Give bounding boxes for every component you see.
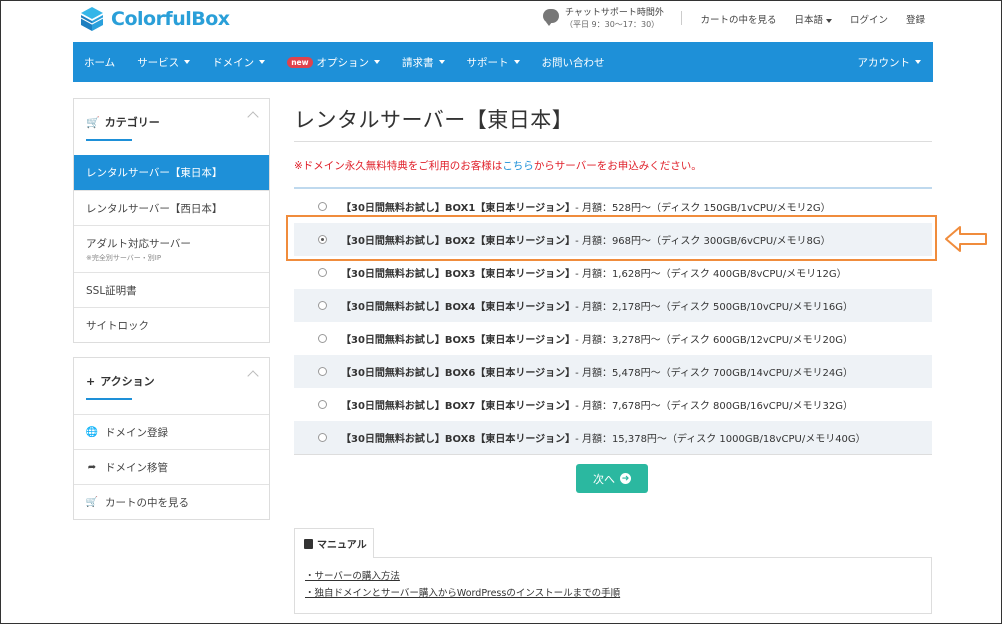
nav-contact[interactable]: お問い合わせ xyxy=(531,55,616,70)
next-button[interactable]: 次へ ➜ xyxy=(576,464,648,493)
notice-here-link[interactable]: こちら xyxy=(502,160,534,172)
sidebar-item-sitelock[interactable]: サイトロック xyxy=(74,307,269,342)
sidebar-item-note: ※完全別サーバー・別IP xyxy=(86,253,162,262)
plan-option-box4[interactable]: 【30日間無料お試し】BOX4【東日本リージョン】 - 月額：2,178円〜 （デ… xyxy=(294,289,932,322)
chevron-up-icon[interactable] xyxy=(247,370,259,382)
domain-notice: ※ドメイン永久無料特典をご利用のお客様はこちらからサーバーをお申込みください。 xyxy=(294,160,702,172)
action-panel-header[interactable]: + アクション xyxy=(74,358,269,414)
divider xyxy=(294,187,932,189)
nav-options[interactable]: new オプション xyxy=(276,55,391,70)
manual-links-box: ・サーバーの購入方法 ・独自ドメインとサーバー購入からWordPressのインス… xyxy=(294,557,932,614)
arrow-right-circle-icon: ➜ xyxy=(620,473,631,484)
sidebar-item-adult-server[interactable]: アダルト対応サーバー ※完全別サーバー・別IP xyxy=(74,225,269,272)
selection-highlight-box xyxy=(286,215,937,261)
plan-option-box8[interactable]: 【30日間無料お試し】BOX8【東日本リージョン】 - 月額：15,378円〜（… xyxy=(294,421,932,454)
plan-option-box5[interactable]: 【30日間無料お試し】BOX5【東日本リージョン】 - 月額：3,278円〜 （デ… xyxy=(294,322,932,355)
radio-button[interactable] xyxy=(318,301,327,310)
chat-bubble-icon xyxy=(543,9,559,26)
radio-button[interactable] xyxy=(318,202,327,211)
manual-section: マニュアル ・サーバーの購入方法 ・独自ドメインとサーバー購入からWordPre… xyxy=(294,528,932,614)
globe-icon: 🌐 xyxy=(85,426,99,438)
support-hours: （平日 9：30〜17：30） xyxy=(565,20,660,29)
arrow-left-icon xyxy=(945,226,987,252)
language-select[interactable]: 日本語 xyxy=(794,12,832,26)
caret-down-icon xyxy=(259,60,266,64)
plan-option-box6[interactable]: 【30日間無料お試し】BOX6【東日本リージョン】 - 月額：5,478円〜 （デ… xyxy=(294,355,932,388)
chevron-up-icon[interactable] xyxy=(247,111,259,123)
header-underline xyxy=(86,398,132,400)
sidebar-action-view-cart[interactable]: 🛒 カートの中を見る xyxy=(74,484,269,519)
logo-cube-icon xyxy=(80,7,104,31)
sidebar-action-domain-transfer[interactable]: ➦ ドメイン移管 xyxy=(74,449,269,484)
register-link[interactable]: 登録 xyxy=(906,12,925,26)
radio-button[interactable] xyxy=(318,268,327,277)
caret-down-icon xyxy=(513,60,520,64)
divider xyxy=(294,141,932,142)
login-link[interactable]: ログイン xyxy=(850,12,888,26)
plan-option-box7[interactable]: 【30日間無料お試し】BOX7【東日本リージョン】 - 月額：7,678円〜 （デ… xyxy=(294,388,932,421)
main-nav: ホーム サービス ドメイン new オプション 請求書 サポート お問い合わせ ア… xyxy=(73,42,933,82)
manual-tab[interactable]: マニュアル xyxy=(294,528,374,558)
caret-down-icon xyxy=(915,60,921,64)
support-title: チャットサポート時間外 xyxy=(565,8,664,18)
logo[interactable]: ColorfulBox xyxy=(79,6,230,32)
book-icon xyxy=(304,538,313,549)
sidebar-item-rental-east[interactable]: レンタルサーバー【東日本】 xyxy=(74,155,269,190)
plus-icon: + xyxy=(86,375,96,388)
chat-support-status[interactable]: チャットサポート時間外 （平日 9：30〜17：30） xyxy=(543,7,664,31)
top-links: カートの中を見る 日本語 ログイン 登録 xyxy=(681,11,925,26)
nav-billing[interactable]: 請求書 xyxy=(391,55,456,70)
divider xyxy=(294,454,932,455)
nav-account[interactable]: アカウント xyxy=(847,55,934,70)
nav-services[interactable]: サービス xyxy=(126,55,201,70)
nav-domains[interactable]: ドメイン xyxy=(201,55,276,70)
top-header: ColorfulBox チャットサポート時間外 （平日 9：30〜17：30） … xyxy=(73,0,933,42)
share-icon: ➦ xyxy=(87,461,97,473)
action-panel: + アクション 🌐 ドメイン登録 ➦ ドメイン移管 🛒 カートの中を見る xyxy=(73,357,270,520)
nav-support[interactable]: サポート xyxy=(456,55,531,70)
caret-down-icon xyxy=(374,60,381,64)
caret-down-icon xyxy=(825,18,832,23)
page-title: レンタルサーバー【東日本】 xyxy=(294,108,574,132)
header-underline xyxy=(86,139,132,141)
nav-home[interactable]: ホーム xyxy=(73,55,126,70)
radio-button[interactable] xyxy=(318,334,327,343)
manual-link-wordpress-guide[interactable]: ・独自ドメインとサーバー購入からWordPressのインストールまでの手順 xyxy=(305,585,931,602)
radio-button[interactable] xyxy=(318,367,327,376)
category-panel: 🛒 カテゴリー レンタルサーバー【東日本】 レンタルサーバー【西日本】 アダルト対… xyxy=(73,98,270,343)
sidebar-action-domain-register[interactable]: 🌐 ドメイン登録 xyxy=(74,414,269,449)
divider xyxy=(681,11,683,25)
manual-link-purchase[interactable]: ・サーバーの購入方法 xyxy=(305,568,931,585)
caret-down-icon xyxy=(438,60,445,64)
sidebar-item-rental-west[interactable]: レンタルサーバー【西日本】 xyxy=(74,190,269,225)
radio-button[interactable] xyxy=(318,400,327,409)
caret-down-icon xyxy=(184,60,191,64)
cart-icon: 🛒 xyxy=(85,496,99,508)
cart-icon: 🛒 xyxy=(86,116,100,129)
logo-text: ColorfulBox xyxy=(111,8,230,30)
view-cart-link[interactable]: カートの中を見る xyxy=(700,12,776,26)
sidebar-item-ssl[interactable]: SSL証明書 xyxy=(74,272,269,307)
new-badge: new xyxy=(287,56,313,68)
radio-button[interactable] xyxy=(318,433,327,442)
category-panel-header[interactable]: 🛒 カテゴリー xyxy=(74,99,269,155)
